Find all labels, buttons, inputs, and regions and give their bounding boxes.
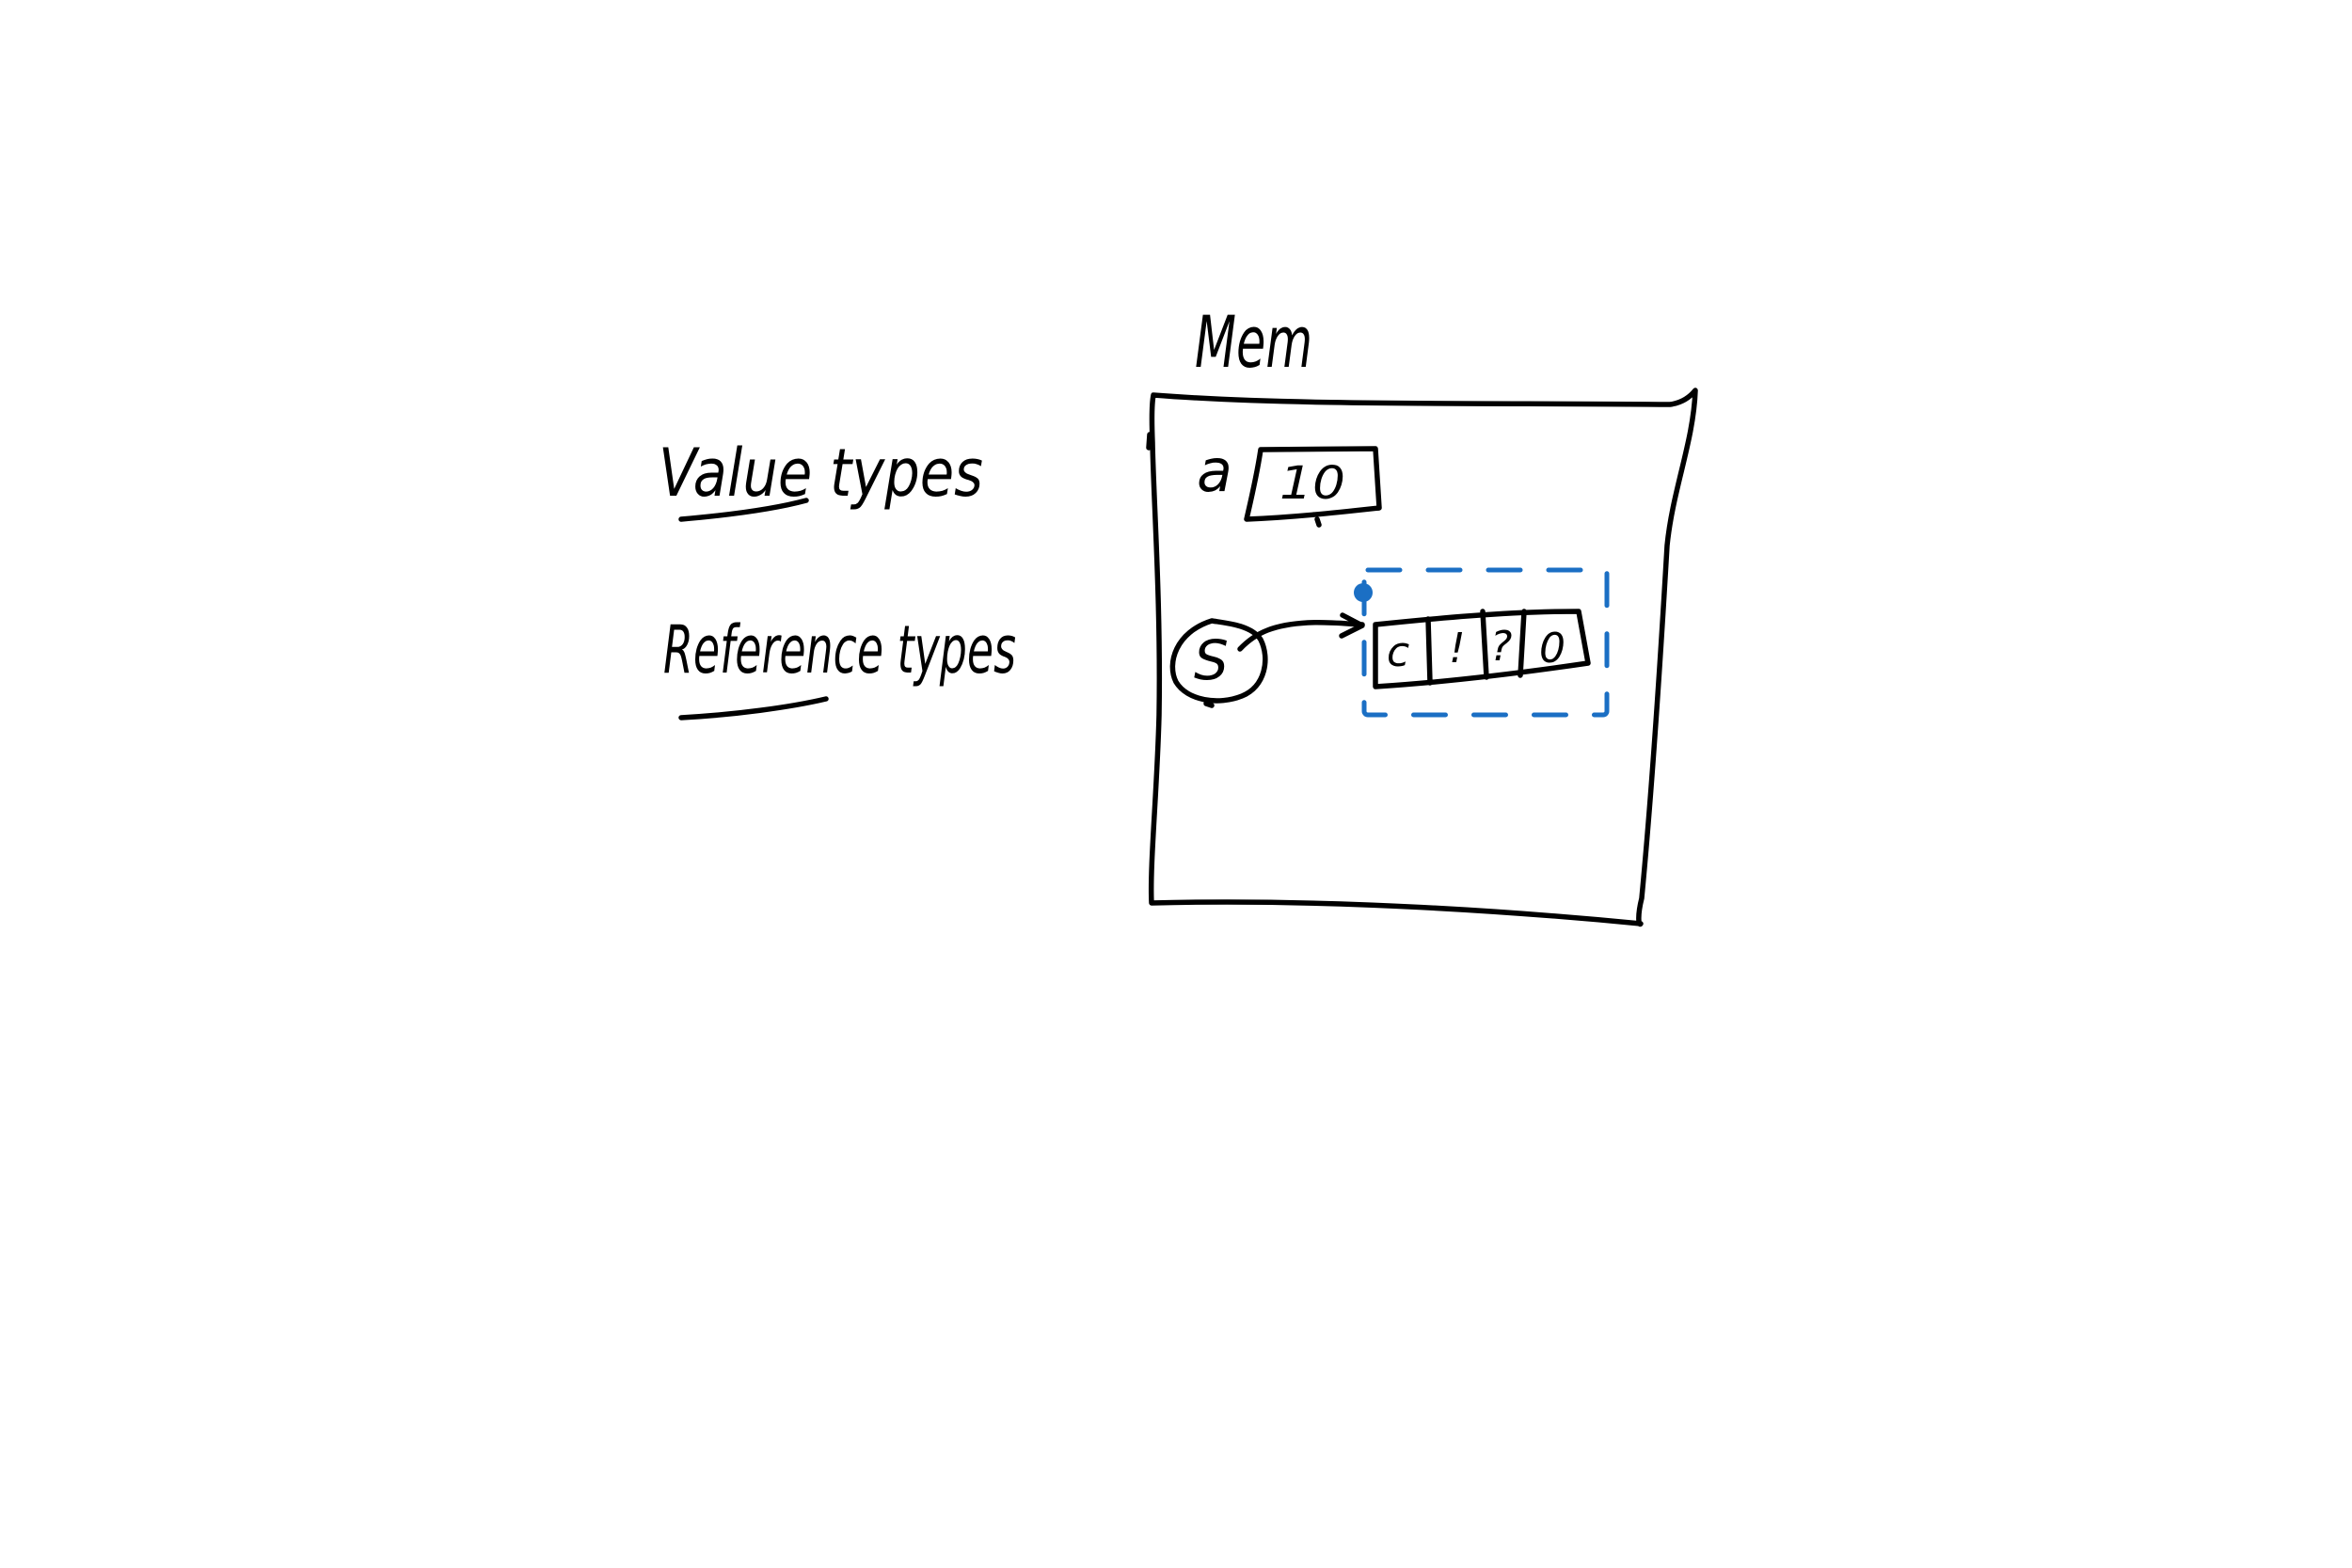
reference-variable-name: S bbox=[1194, 628, 1229, 692]
value-cell-value: 10 bbox=[1279, 457, 1345, 510]
char-array: c ! ? 0 bbox=[1373, 609, 1591, 689]
char-cell-2: ? bbox=[1490, 623, 1512, 671]
memory-heading: Mem bbox=[1195, 300, 1312, 384]
reference-variable-tick bbox=[1203, 701, 1215, 708]
value-types-label: Value types bbox=[659, 435, 983, 522]
pointer-arrow bbox=[1237, 612, 1365, 652]
reference-types-text: Reference types bbox=[663, 611, 1016, 689]
whiteboard-canvas[interactable]: Value types Reference types Mem a 10 S c… bbox=[0, 0, 2352, 1568]
reference-types-label: Reference types bbox=[663, 611, 1016, 721]
value-variable-name: a bbox=[1197, 436, 1232, 505]
memory-box bbox=[1148, 388, 1698, 927]
reference-variable: S bbox=[1169, 618, 1268, 708]
char-cell-0: c bbox=[1387, 628, 1409, 676]
value-variable: a 10 bbox=[1197, 436, 1382, 528]
memory-box-tick bbox=[1146, 432, 1152, 451]
char-cell-divider-2 bbox=[1480, 609, 1489, 680]
selection-handle[interactable] bbox=[1354, 583, 1373, 602]
value-types-text: Value types bbox=[659, 435, 983, 512]
char-cell-3: 0 bbox=[1539, 625, 1565, 673]
char-cell-divider-3 bbox=[1518, 609, 1527, 678]
reference-types-underline bbox=[678, 696, 829, 721]
value-cell-tick bbox=[1314, 516, 1322, 528]
char-cell-divider-1 bbox=[1425, 616, 1433, 686]
char-cell-1: ! bbox=[1449, 625, 1466, 673]
